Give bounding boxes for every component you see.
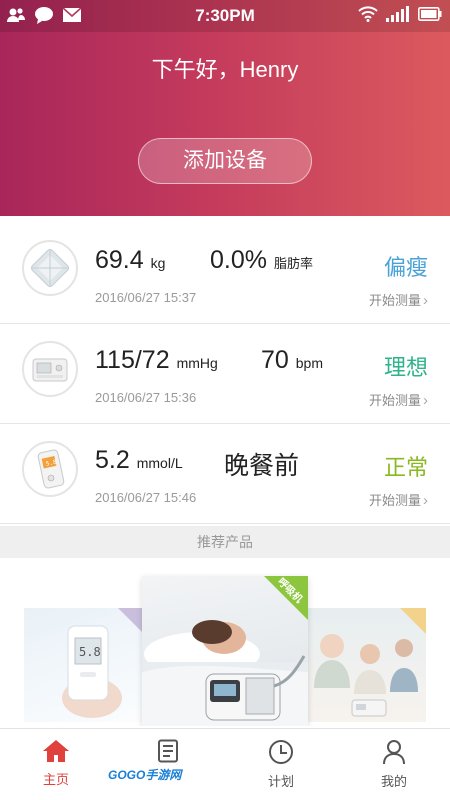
wifi-icon — [358, 6, 378, 22]
timestamp: 2016/06/27 15:37 — [95, 290, 197, 305]
status-bar: 7:30PM — [0, 0, 450, 32]
glucose-value: 5.2 — [95, 446, 130, 474]
document-icon — [158, 739, 178, 763]
start-measure-link[interactable]: 开始测量 › — [369, 390, 428, 409]
clock-icon — [269, 740, 293, 764]
start-measure-link[interactable]: 开始测量 › — [369, 290, 428, 309]
glucose-unit: mmol/L — [136, 455, 183, 471]
blood-pressure-reading: 115/72 mmHg — [95, 346, 218, 375]
meal-timing: 晚餐前 — [224, 446, 299, 482]
person-icon — [383, 740, 405, 765]
weight-reading: 69.4 kg — [95, 246, 165, 275]
tab-plan[interactable]: 计划 — [225, 729, 337, 800]
tab-mine[interactable]: 我的 — [338, 729, 450, 800]
timestamp: 2016/06/27 15:36 — [95, 390, 197, 405]
status-badge: 理想 — [383, 355, 428, 380]
watermark: GOGO手游网 — [108, 768, 182, 782]
timestamp: 2016/06/27 15:46 — [95, 490, 197, 505]
recommend-section-title: 推荐产品 — [0, 526, 450, 558]
greeting: 下午好，Henry — [151, 57, 299, 82]
pulse-reading: 70 bpm — [261, 346, 323, 375]
signal-icon — [386, 6, 409, 22]
device-card-glucose[interactable]: 5.8 5.2 mmol/L 晚餐前 2016/06/27 15:46 正常 开… — [0, 424, 450, 524]
start-measure-label: 开始测量 — [368, 393, 421, 408]
weight-value: 69.4 — [95, 246, 144, 274]
start-measure-label: 开始测量 — [368, 493, 421, 508]
product-carousel[interactable]: 5.8 呼吸机 — [0, 558, 450, 726]
pulse-value: 70 — [261, 346, 289, 374]
status-badge: 偏瘦 — [383, 255, 428, 280]
glucose-meter-product[interactable]: 5.8 — [24, 608, 144, 722]
blood-pressure-value: 115/72 — [95, 346, 170, 374]
start-measure-label: 开始测量 — [368, 293, 421, 308]
fat-rate-reading: 0.0% 脂肪率 — [210, 246, 313, 275]
glucose-reading: 5.2 mmol/L — [95, 446, 183, 475]
tab-home-label: 主页 — [42, 772, 69, 787]
glucose-meter-display: 5.8 — [79, 645, 101, 659]
pulse-unit: bpm — [295, 355, 323, 371]
fat-rate-value: 0.0% — [210, 246, 267, 274]
family-blood-pressure-product[interactable] — [308, 608, 426, 722]
chevron-right-icon: › — [423, 492, 428, 509]
battery-icon — [418, 7, 442, 21]
tab-home[interactable]: 主页 — [0, 729, 112, 800]
blood-pressure-unit: mmHg — [176, 355, 218, 371]
add-device-button[interactable]: 添加设备 — [138, 138, 312, 184]
start-measure-link[interactable]: 开始测量 › — [369, 490, 428, 509]
header: 7:30PM 下午好，Henry 添加设备 — [0, 0, 450, 216]
weight-unit: kg — [150, 255, 166, 271]
chevron-right-icon: › — [423, 392, 428, 409]
ventilator-product[interactable]: 呼吸机 — [142, 576, 308, 726]
home-icon — [43, 740, 69, 762]
blood-pressure-monitor-icon — [22, 341, 78, 397]
status-badge: 正常 — [383, 455, 428, 480]
tab-mine-label: 我的 — [380, 774, 407, 789]
tab-records[interactable] — [112, 729, 224, 800]
device-card-blood-pressure[interactable]: 115/72 mmHg 70 bpm 2016/06/27 15:36 理想 开… — [0, 324, 450, 424]
meal-timing-value: 晚餐前 — [224, 452, 300, 480]
glucose-meter-icon: 5.8 — [22, 441, 78, 497]
fat-rate-label: 脂肪率 — [273, 256, 313, 271]
device-card-scale[interactable]: 69.4 kg 0.0% 脂肪率 2016/06/27 15:37 偏瘦 开始测… — [0, 224, 450, 324]
tab-plan-label: 计划 — [267, 774, 294, 789]
scale-icon — [22, 240, 78, 296]
chevron-right-icon: › — [423, 292, 428, 309]
bottom-tab-bar: 主页 计划 我的 — [0, 728, 450, 800]
